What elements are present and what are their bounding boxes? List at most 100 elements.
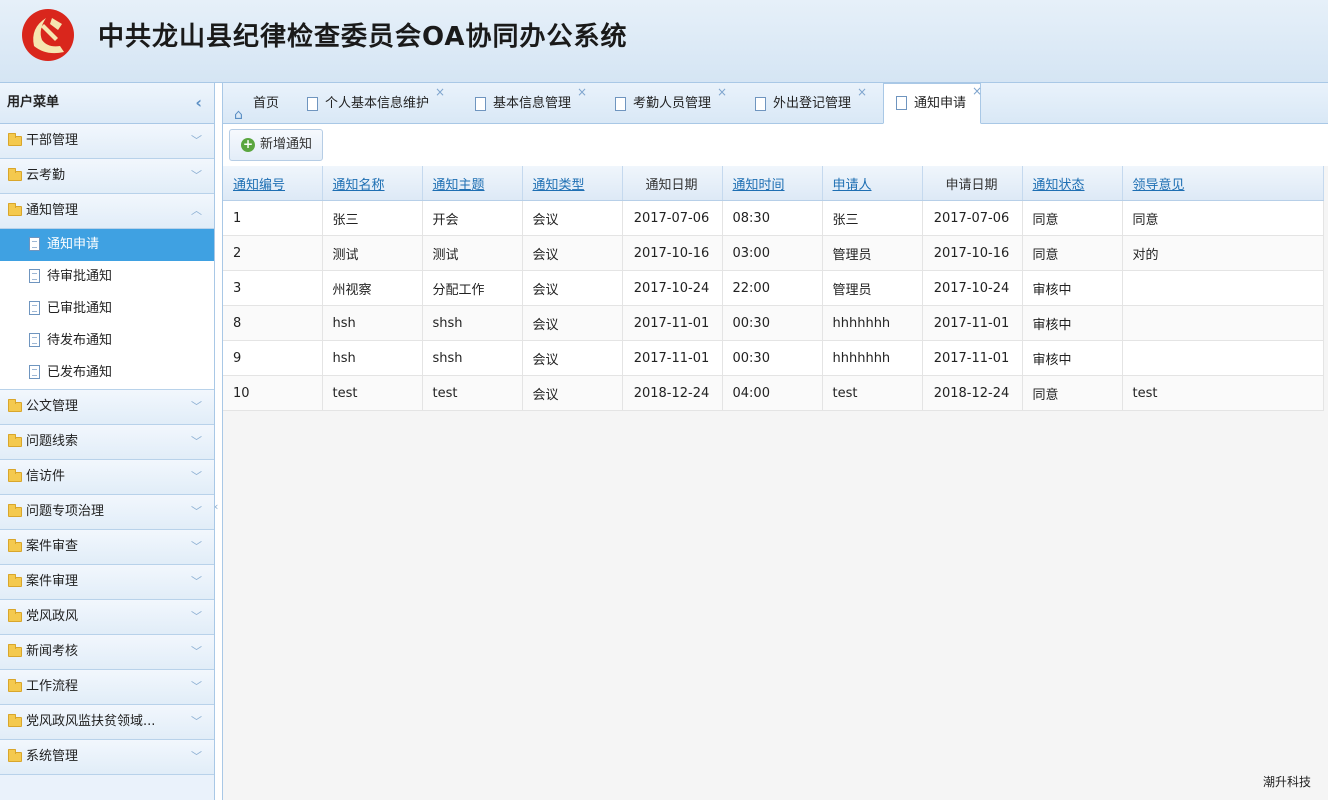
table-cell: 审核中 [1022,340,1123,376]
close-icon[interactable]: × [435,73,445,111]
add-notice-button[interactable]: + 新增通知 [229,129,324,161]
close-icon[interactable]: × [577,73,587,111]
tab-attendance-staff[interactable]: 考勤人员管理 × [603,85,727,123]
menu-group-special-governance[interactable]: 问题专项治理 ﹀ [0,495,214,530]
menu-group-documents[interactable]: 公文管理 ﹀ [0,390,214,425]
table-cell: 2017-11-01 [922,305,1023,341]
tab-outing-registration[interactable]: 外出登记管理 × [743,85,867,123]
document-icon [29,269,40,283]
sidebar-item-pending-approval[interactable]: 待审批通知 [0,261,214,293]
table-cell [1122,340,1324,376]
table-row[interactable]: 9 hsh shsh 会议 2017-11-01 00:30 hhhhhhh 2… [223,340,1324,376]
splitter-collapse-icon[interactable]: ‹ [214,500,221,513]
tab-basic-info[interactable]: 基本信息管理 × [463,85,587,123]
menu-group-label: 案件审查 [26,539,79,554]
menu-group-petitions[interactable]: 信访件 ﹀ [0,460,214,495]
table-row[interactable]: 2 测试 测试 会议 2017-10-16 03:00 管理员 2017-10-… [223,235,1324,271]
menu-group-poverty-supervision[interactable]: 党风政风监扶贫领域... ﹀ [0,705,214,740]
table-cell: hsh [322,305,423,341]
menu-group-case-trial[interactable]: 案件审理 ﹀ [0,565,214,600]
tab-label: 基本信息管理 [493,96,572,111]
table-cell: 2017-07-06 [922,200,1023,236]
chevron-down-icon: ﹀ [191,750,202,763]
close-icon[interactable]: × [717,73,727,111]
table-cell: 会议 [522,270,623,306]
tab-label: 通知申请 [914,96,967,111]
menu-group-case-review[interactable]: 案件审查 ﹀ [0,530,214,565]
table-cell: 2017-07-06 [622,200,723,236]
folder-icon [8,504,22,517]
table-cell: 分配工作 [422,270,523,306]
close-icon[interactable]: × [972,72,982,111]
menu-group-attendance[interactable]: 云考勤 ﹀ [0,159,214,194]
table-cell: shsh [422,340,523,376]
tab-label: 个人基本信息维护 [325,96,430,111]
table-cell: 会议 [522,305,623,341]
table-cell: 2018-12-24 [922,375,1023,411]
document-icon [475,97,486,111]
column-header[interactable]: 通知状态 [1022,166,1123,201]
table-cell: 同意 [1022,235,1123,271]
column-header[interactable]: 通知时间 [722,166,823,201]
table-cell: 同意 [1022,375,1123,411]
tab-notice-apply[interactable]: 通知申请 × [883,83,982,124]
table-cell: 03:00 [722,235,823,271]
table-cell: 00:30 [722,340,823,376]
menu-group-notice[interactable]: 通知管理 ︿ [0,194,214,229]
chevron-down-icon: ﹀ [191,715,202,728]
chevron-down-icon: ﹀ [191,470,202,483]
sidebar-item-notice-apply[interactable]: 通知申请 [0,229,214,261]
table-cell: 3 [223,270,323,306]
menu-group-system[interactable]: 系统管理 ﹀ [0,740,214,775]
notice-submenu: 通知申请 待审批通知 已审批通知 待发布通知 已发布通知 [0,229,214,390]
menu-group-label: 通知管理 [26,203,79,218]
table-cell: 张三 [822,200,923,236]
table-cell: 2017-10-24 [922,270,1023,306]
table-cell: hhhhhhh [822,305,923,341]
sidebar-item-published[interactable]: 已发布通知 [0,357,214,389]
column-header[interactable]: 申请人 [822,166,923,201]
table-row[interactable]: 3 州视察 分配工作 会议 2017-10-24 22:00 管理员 2017-… [223,270,1324,306]
table-cell: 2017-10-16 [922,235,1023,271]
sidebar-item-pending-publish[interactable]: 待发布通知 [0,325,214,357]
app-header: 中共龙山县纪律检查委员会OA协同办公系统 [0,0,1328,83]
table-row[interactable]: 1 张三 开会 会议 2017-07-06 08:30 张三 2017-07-0… [223,200,1324,236]
table-cell: 04:00 [722,375,823,411]
table-cell: 测试 [322,235,423,271]
sidebar-item-approved[interactable]: 已审批通知 [0,293,214,325]
table-cell: 8 [223,305,323,341]
table-cell: 会议 [522,235,623,271]
sidebar-header: 用户菜单 ‹ [0,83,214,124]
main-panel: ⌂ 首页 个人基本信息维护 × 基本信息管理 × 考勤人员管理 × 外出登记管理… [222,83,1328,800]
folder-icon [8,679,22,692]
tab-label: 首页 [253,96,280,111]
column-header[interactable]: 通知类型 [522,166,623,201]
table-cell: test [1122,375,1324,411]
tab-personal-info[interactable]: 个人基本信息维护 × [295,85,445,123]
column-header[interactable]: 领导意见 [1122,166,1324,201]
folder-icon [8,749,22,762]
table-cell: 1 [223,200,323,236]
close-icon[interactable]: × [857,73,867,111]
menu-group-clues[interactable]: 问题线索 ﹀ [0,425,214,460]
tab-home[interactable]: ⌂ 首页 [223,85,293,123]
column-header[interactable]: 通知主题 [422,166,523,201]
table-row[interactable]: 10 test test 会议 2018-12-24 04:00 test 20… [223,375,1324,411]
menu-group-party-style[interactable]: 党风政风 ﹀ [0,600,214,635]
menu-group-cadre[interactable]: 干部管理 ﹀ [0,124,214,159]
table-cell: 对的 [1122,235,1324,271]
table-cell: 审核中 [1022,270,1123,306]
column-header[interactable]: 通知名称 [322,166,423,201]
column-header[interactable]: 通知编号 [223,166,323,201]
menu-group-news-assessment[interactable]: 新闻考核 ﹀ [0,635,214,670]
menu-group-workflow[interactable]: 工作流程 ﹀ [0,670,214,705]
document-icon [29,237,40,251]
menu-group-label: 系统管理 [26,749,79,764]
document-icon [615,97,626,111]
toolbar: + 新增通知 [223,124,1328,166]
folder-icon [8,714,22,727]
table-row[interactable]: 8 hsh shsh 会议 2017-11-01 00:30 hhhhhhh 2… [223,305,1324,341]
collapse-left-icon[interactable]: ‹ [195,83,202,123]
menu-group-label: 新闻考核 [26,644,79,659]
folder-icon [8,168,22,181]
